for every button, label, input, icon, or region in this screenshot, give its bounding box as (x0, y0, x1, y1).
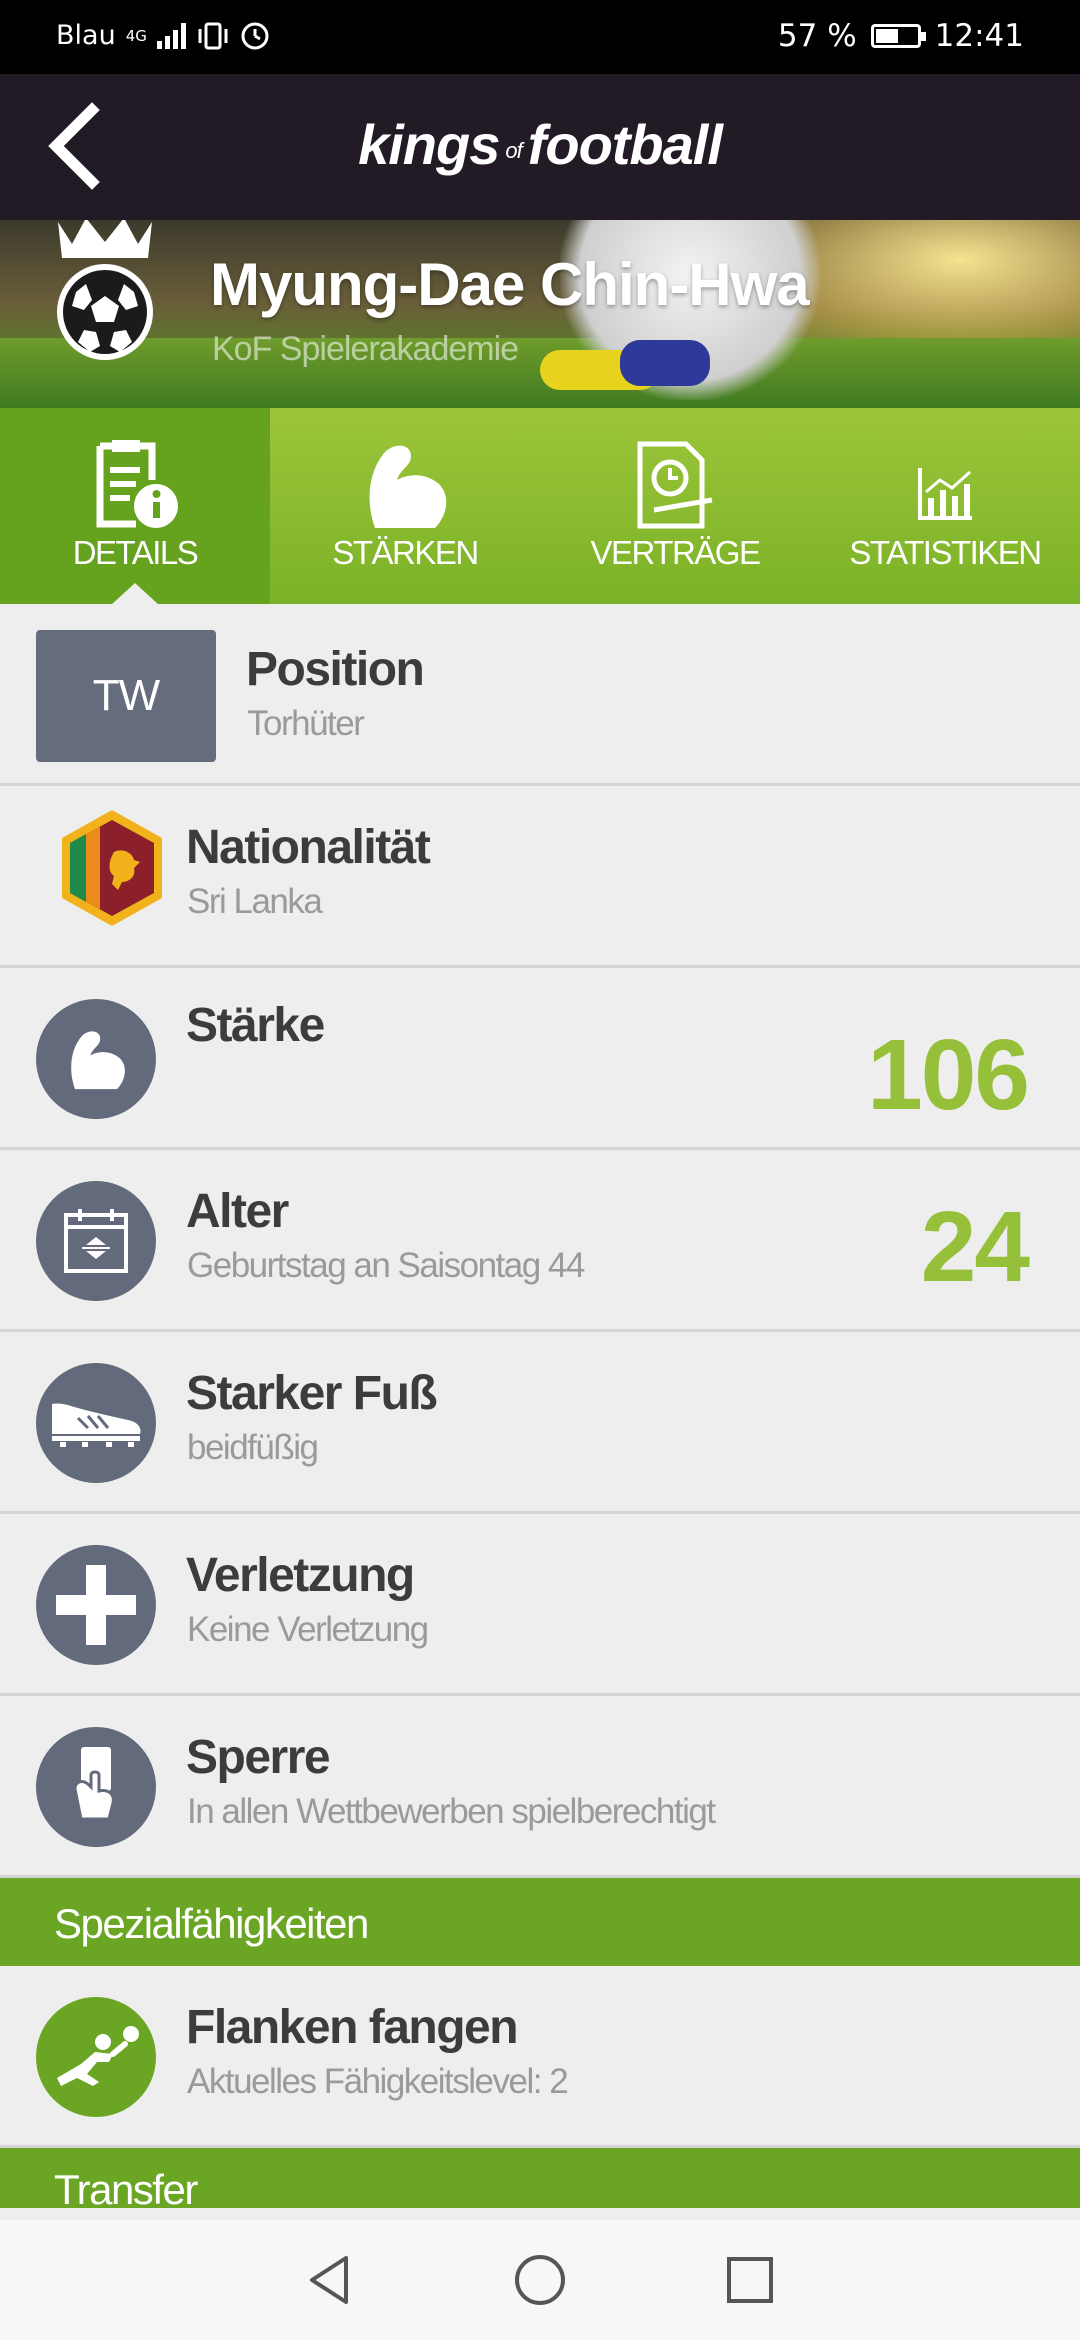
row-subtitle: Aktuelles Fähigkeitslevel: 2 (187, 2062, 569, 2101)
logo-kings: kings (358, 113, 500, 176)
details-list: TW Position Torhüter Nationalität Sri La… (0, 604, 1080, 2208)
contract-clock-icon (637, 441, 713, 529)
logo-football: football (527, 113, 723, 176)
battery-percent: 57 % (777, 18, 857, 54)
position-badge: TW (36, 630, 216, 762)
age-row: Alter Geburtstag an Saisontag 44 24 (0, 1150, 1080, 1332)
strength-value: 106 (867, 1019, 1030, 1131)
injury-icon-circle (36, 1545, 156, 1665)
tab-bar: DETAILS STÄRKEN VERTRÄGE STATISTIKEN (0, 408, 1080, 605)
sri-lanka-flag-icon (62, 810, 162, 926)
foot-icon-circle (36, 1363, 156, 1483)
club-name: KoF Spielerakademie (212, 330, 519, 368)
foot-row: Starker Fuß beidfüßig (0, 1332, 1080, 1514)
app-bar: kings of football (0, 74, 1080, 220)
nav-back-icon[interactable] (300, 2250, 360, 2310)
row-subtitle: Sri Lanka (187, 882, 323, 921)
app-logo: kings of football (0, 112, 1080, 177)
network-type: 4G (125, 26, 147, 45)
age-icon-circle (36, 1181, 156, 1301)
row-subtitle: Keine Verletzung (187, 1610, 429, 1649)
row-title: Verletzung (186, 1549, 415, 1602)
transfer-header: Transfer (0, 2148, 1080, 2208)
row-subtitle: Geburtstag an Saisontag 44 (187, 1246, 585, 1285)
injury-row: Verletzung Keine Verletzung (0, 1514, 1080, 1696)
carrier-name: Blau (56, 20, 116, 51)
vibrate-icon (198, 22, 228, 49)
tab-label: STÄRKEN (332, 534, 479, 571)
tab-vertraege[interactable]: VERTRÄGE (540, 408, 810, 604)
document-info-icon (96, 440, 178, 528)
tab-label: DETAILS (72, 534, 199, 571)
battery-icon (870, 24, 926, 48)
row-subtitle: In allen Wettbewerben spielberechtigt (187, 1792, 716, 1831)
player-name: Myung-Dae Chin-Hwa (210, 251, 810, 318)
row-title: Stärke (186, 999, 325, 1052)
row-title: Starker Fuß (186, 1367, 438, 1420)
row-title: Sperre (186, 1731, 331, 1784)
row-title: Position (246, 643, 425, 696)
strength-row: Stärke 106 (0, 968, 1080, 1150)
tab-staerken[interactable]: STÄRKEN (270, 408, 540, 604)
special-skills-header: Spezialfähigkeiten (0, 1878, 1080, 1966)
timer-icon (241, 22, 269, 49)
club-crest-icon (57, 220, 153, 360)
medical-cross-icon (56, 1565, 136, 1645)
player-photo-sock (620, 340, 710, 386)
logo-of: of (505, 138, 522, 163)
flexed-arm-icon (369, 445, 447, 528)
player-header: Myung-Dae Chin-Hwa KoF Spielerakademie (0, 220, 1080, 408)
clock: 12:41 (934, 18, 1024, 54)
suspension-icon-circle (36, 1727, 156, 1847)
row-title: Alter (186, 1185, 289, 1238)
status-bar: Blau 4G 57 % 12:41 (0, 0, 1080, 74)
card-hand-icon (73, 1747, 115, 1821)
nav-home-icon[interactable] (510, 2250, 570, 2310)
tab-details[interactable]: DETAILS (0, 408, 270, 605)
active-tab-indicator (111, 583, 159, 605)
strength-icon-circle (36, 999, 156, 1119)
calendar-icon (64, 1209, 128, 1273)
signal-icon (156, 22, 186, 49)
goalkeeper-dive-icon (57, 2026, 139, 2086)
position-row: TW Position Torhüter (0, 604, 1080, 786)
nationality-row: Nationalität Sri Lanka (0, 786, 1080, 968)
flexed-arm-icon (71, 1031, 125, 1090)
tab-label: VERTRÄGE (590, 534, 761, 571)
row-title: Nationalität (186, 821, 431, 874)
age-value: 24 (920, 1191, 1030, 1303)
row-subtitle: Torhüter (247, 704, 365, 743)
tab-label: STATISTIKEN (849, 534, 1042, 571)
row-subtitle: beidfüßig (187, 1428, 319, 1467)
football-boot-icon (52, 1403, 141, 1447)
special-skill-row: Flanken fangen Aktuelles Fähigkeitslevel… (0, 1966, 1080, 2148)
suspension-row: Sperre In allen Wettbewerben spielberech… (0, 1696, 1080, 1878)
nav-recents-icon[interactable] (720, 2250, 780, 2310)
row-title: Flanken fangen (186, 2001, 519, 2054)
skill-icon-circle (36, 1997, 156, 2117)
bar-chart-icon (918, 468, 972, 520)
tab-statistiken[interactable]: STATISTIKEN (810, 408, 1080, 604)
system-nav-bar (0, 2220, 1080, 2340)
